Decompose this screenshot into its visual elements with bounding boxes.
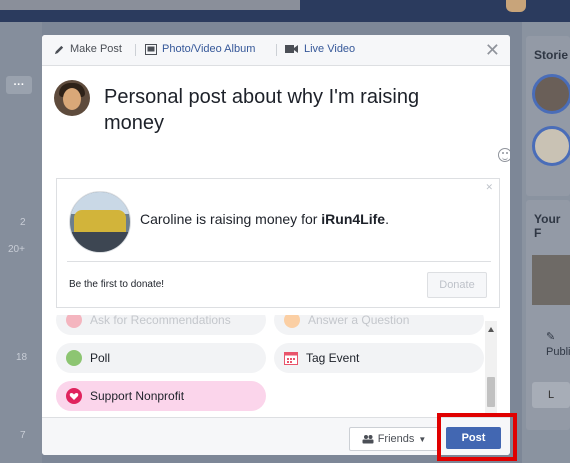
- card-divider: [67, 261, 491, 262]
- nonprofit-logo: [69, 191, 131, 253]
- tab-label: Make Post: [70, 43, 122, 55]
- tab-photo-video-album[interactable]: Photo/Video Album: [145, 43, 255, 55]
- stories-heading: Storie: [534, 48, 569, 62]
- option-label: Ask for Recommendations: [90, 315, 231, 327]
- recommendation-icon: [66, 315, 82, 328]
- tab-make-post[interactable]: Make Post: [54, 43, 122, 55]
- photo-album-icon: [145, 43, 157, 55]
- option-label: Tag Event: [306, 351, 360, 365]
- user-avatar[interactable]: [506, 0, 526, 12]
- search-bar[interactable]: [0, 0, 300, 10]
- profile-avatar: [54, 80, 90, 116]
- option-poll[interactable]: Poll: [56, 343, 266, 373]
- option-ask-recommendations[interactable]: Ask for Recommendations: [56, 315, 266, 335]
- fundraiser-text: Caroline is raising money for: [140, 211, 322, 227]
- scroll-up-arrow-icon[interactable]: [488, 327, 494, 332]
- story-thumbnail[interactable]: [532, 74, 570, 114]
- friends-icon: [362, 435, 374, 444]
- option-label: Answer a Question: [308, 315, 410, 327]
- story-thumbnail[interactable]: [532, 126, 570, 166]
- create-post-dialog: Make Post Photo/Video Album Live Video ✕…: [42, 35, 510, 455]
- fundraiser-text-end: .: [385, 211, 389, 227]
- background-count: 20+: [8, 244, 25, 255]
- edit-icon[interactable]: ✎: [546, 330, 555, 343]
- question-icon: [284, 315, 300, 328]
- background-count: 18: [16, 352, 28, 363]
- option-label: Poll: [90, 351, 111, 365]
- tab-label: Photo/Video Album: [162, 43, 256, 55]
- publish-label[interactable]: Publi: [546, 346, 570, 358]
- top-navigation-bar: [0, 0, 570, 22]
- video-camera-icon: [285, 45, 298, 53]
- tab-label: Live Video: [304, 43, 356, 55]
- your-pages-heading: Your F: [534, 212, 561, 240]
- post-text-input[interactable]: Personal post about why I'm raising mone…: [104, 84, 484, 136]
- pencil-icon: [54, 45, 64, 54]
- option-label: Support Nonprofit: [90, 389, 185, 403]
- audience-label: Friends: [377, 433, 415, 445]
- poll-icon: [66, 350, 82, 366]
- background-count: 2: [20, 217, 26, 228]
- option-support-nonprofit[interactable]: Support Nonprofit: [56, 381, 266, 411]
- page-action-button[interactable]: L: [532, 382, 570, 408]
- scrollbar-thumb[interactable]: [487, 377, 495, 407]
- donate-button[interactable]: Donate: [427, 272, 487, 298]
- audience-selector[interactable]: Friends ▼: [349, 427, 439, 451]
- post-options-list: Ask for Recommendations Answer a Questio…: [42, 315, 497, 415]
- remove-attachment-icon[interactable]: ✕: [485, 182, 493, 193]
- background-count: 7: [20, 430, 26, 441]
- calendar-icon: [284, 352, 298, 365]
- fundraiser-description: Caroline is raising money for iRun4Life.: [140, 211, 389, 227]
- chevron-down-icon: ▼: [418, 434, 427, 444]
- option-tag-event[interactable]: Tag Event: [274, 343, 484, 373]
- post-button-highlight: [437, 413, 517, 461]
- tab-divider: [135, 44, 136, 56]
- tab-divider: [276, 44, 277, 56]
- nonprofit-name[interactable]: iRun4Life: [321, 211, 385, 227]
- heart-icon: [66, 388, 82, 404]
- emoji-icon[interactable]: [498, 148, 510, 162]
- close-icon[interactable]: ✕: [485, 40, 500, 61]
- page-thumbnail[interactable]: [532, 255, 570, 305]
- tab-live-video[interactable]: Live Video: [285, 43, 355, 55]
- option-answer-question[interactable]: Answer a Question: [274, 315, 484, 335]
- more-options-button[interactable]: ···: [6, 76, 32, 94]
- nonprofit-fundraiser-card: ✕ Caroline is raising money for iRun4Lif…: [56, 178, 500, 308]
- donate-prompt: Be the first to donate!: [69, 279, 165, 290]
- post-type-tabs: Make Post Photo/Video Album Live Video ✕: [42, 35, 510, 66]
